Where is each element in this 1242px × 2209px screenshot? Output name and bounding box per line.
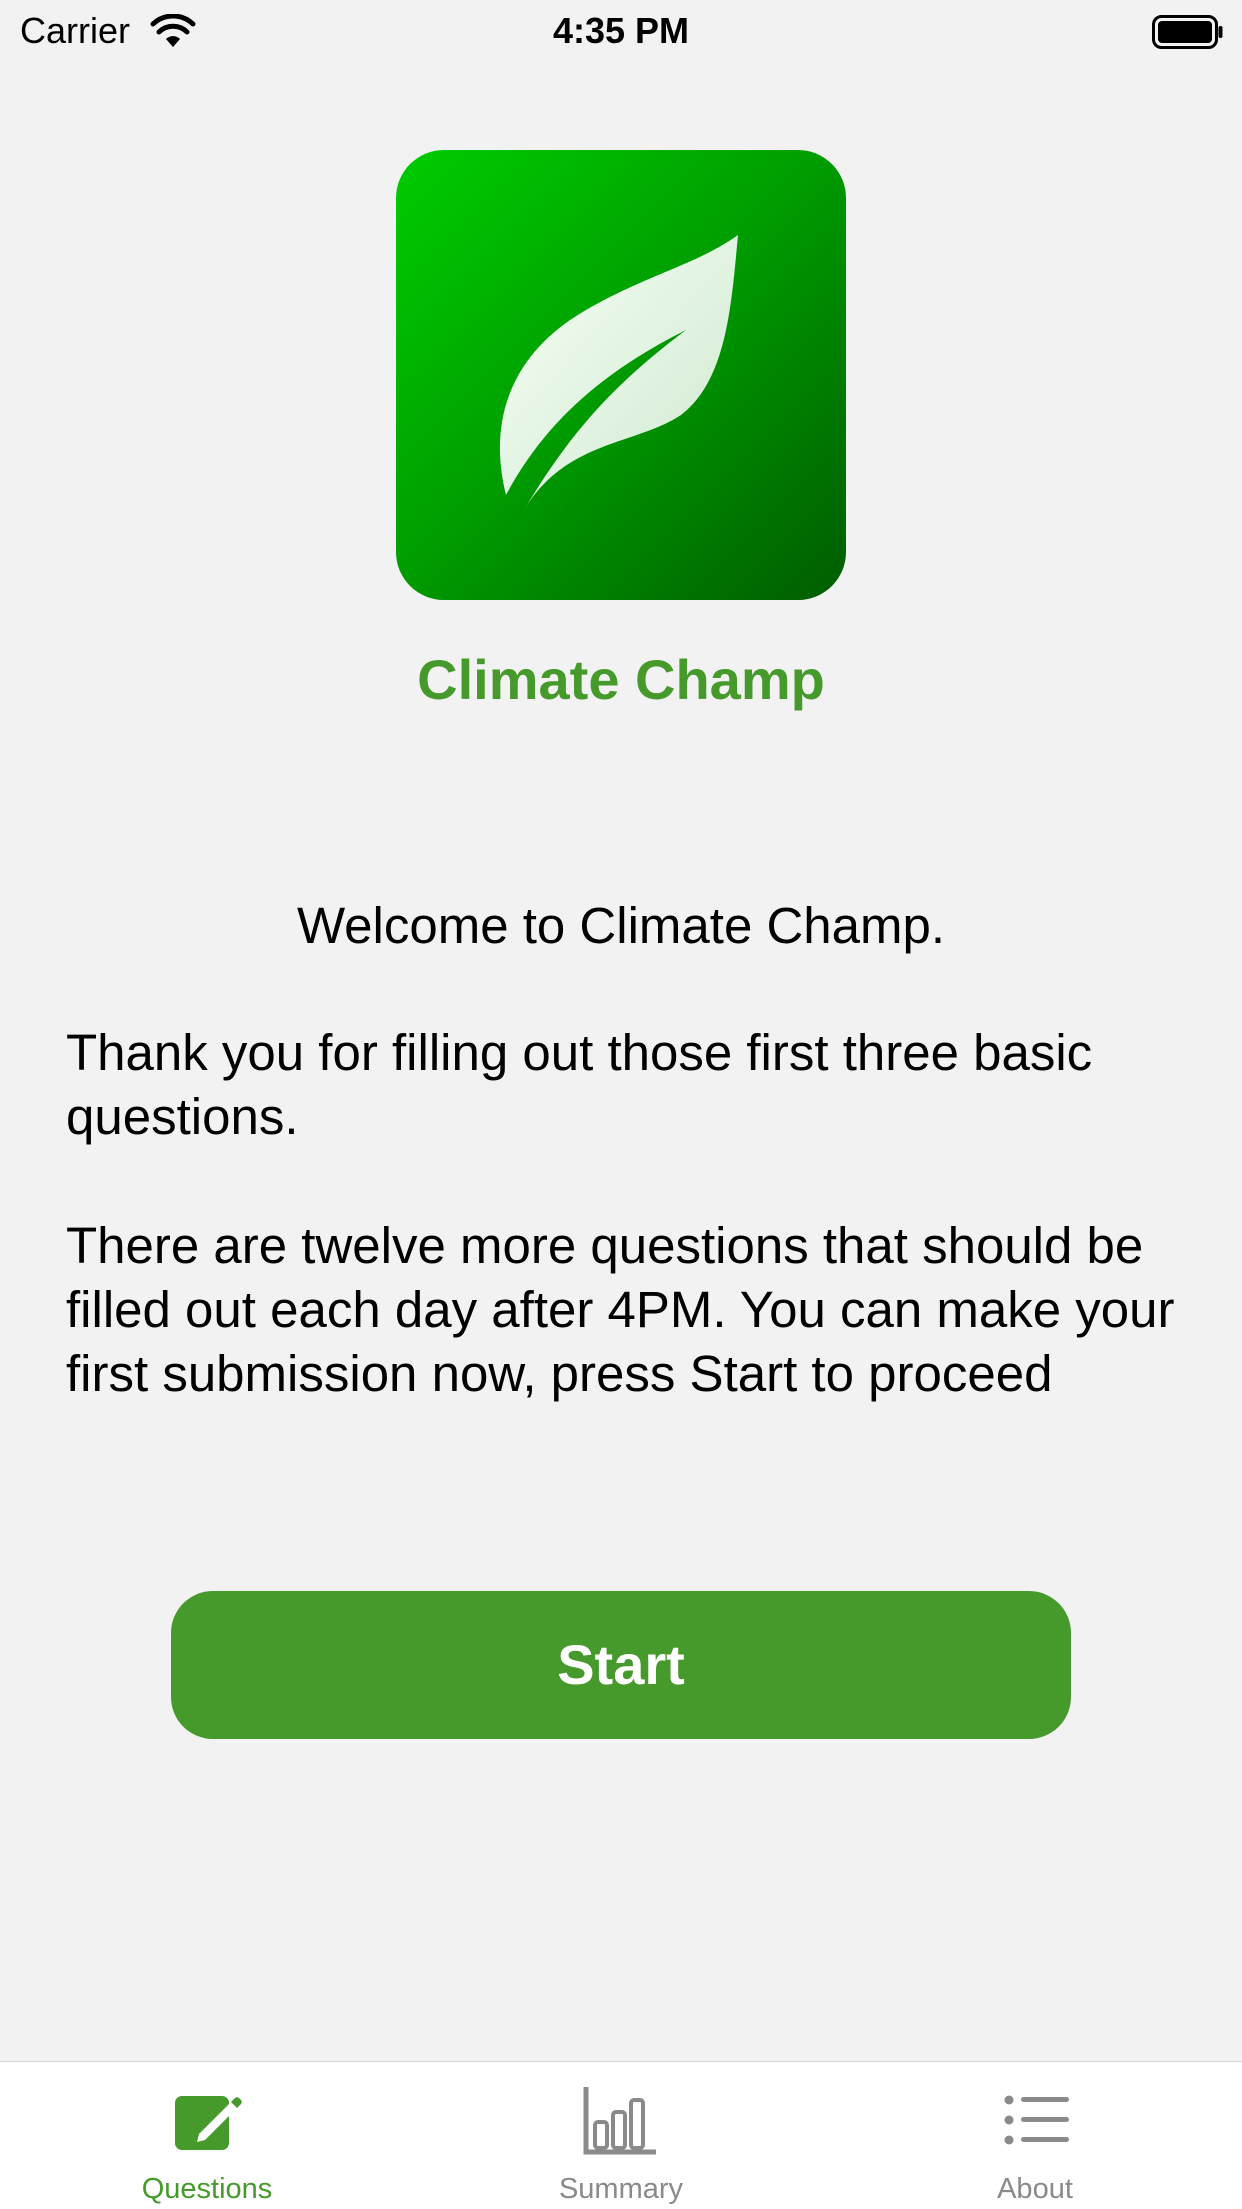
status-time: 4:35 PM [552, 10, 690, 51]
start-button[interactable]: Start [171, 1591, 1071, 1739]
edit-square-icon [175, 2096, 242, 2150]
tab-questions-label: Questions [141, 2173, 273, 2205]
tab-summary[interactable]: Summary [414, 2062, 828, 2209]
tab-about-label: About [997, 2173, 1073, 2205]
tab-bar: Questions Summary About [0, 2061, 1242, 2209]
battery-icon [1152, 15, 1223, 49]
intro-paragraph: Thank you for filling out those first th… [66, 1024, 1093, 1145]
status-bar: Carrier 4:35 PM [0, 0, 1242, 62]
welcome-text: Welcome to Climate Champ. [296, 897, 946, 954]
app-title: Climate Champ [417, 648, 825, 711]
tab-about[interactable]: About [828, 2062, 1242, 2209]
app-logo [396, 150, 846, 600]
leaf-icon [499, 235, 738, 510]
instructions-paragraph: There are twelve more questions that sho… [66, 1217, 1175, 1402]
list-icon [1004, 2095, 1069, 2145]
tab-questions[interactable]: Questions [0, 2062, 414, 2209]
tab-summary-label: Summary [558, 2173, 684, 2205]
bar-chart-icon [583, 2087, 656, 2155]
